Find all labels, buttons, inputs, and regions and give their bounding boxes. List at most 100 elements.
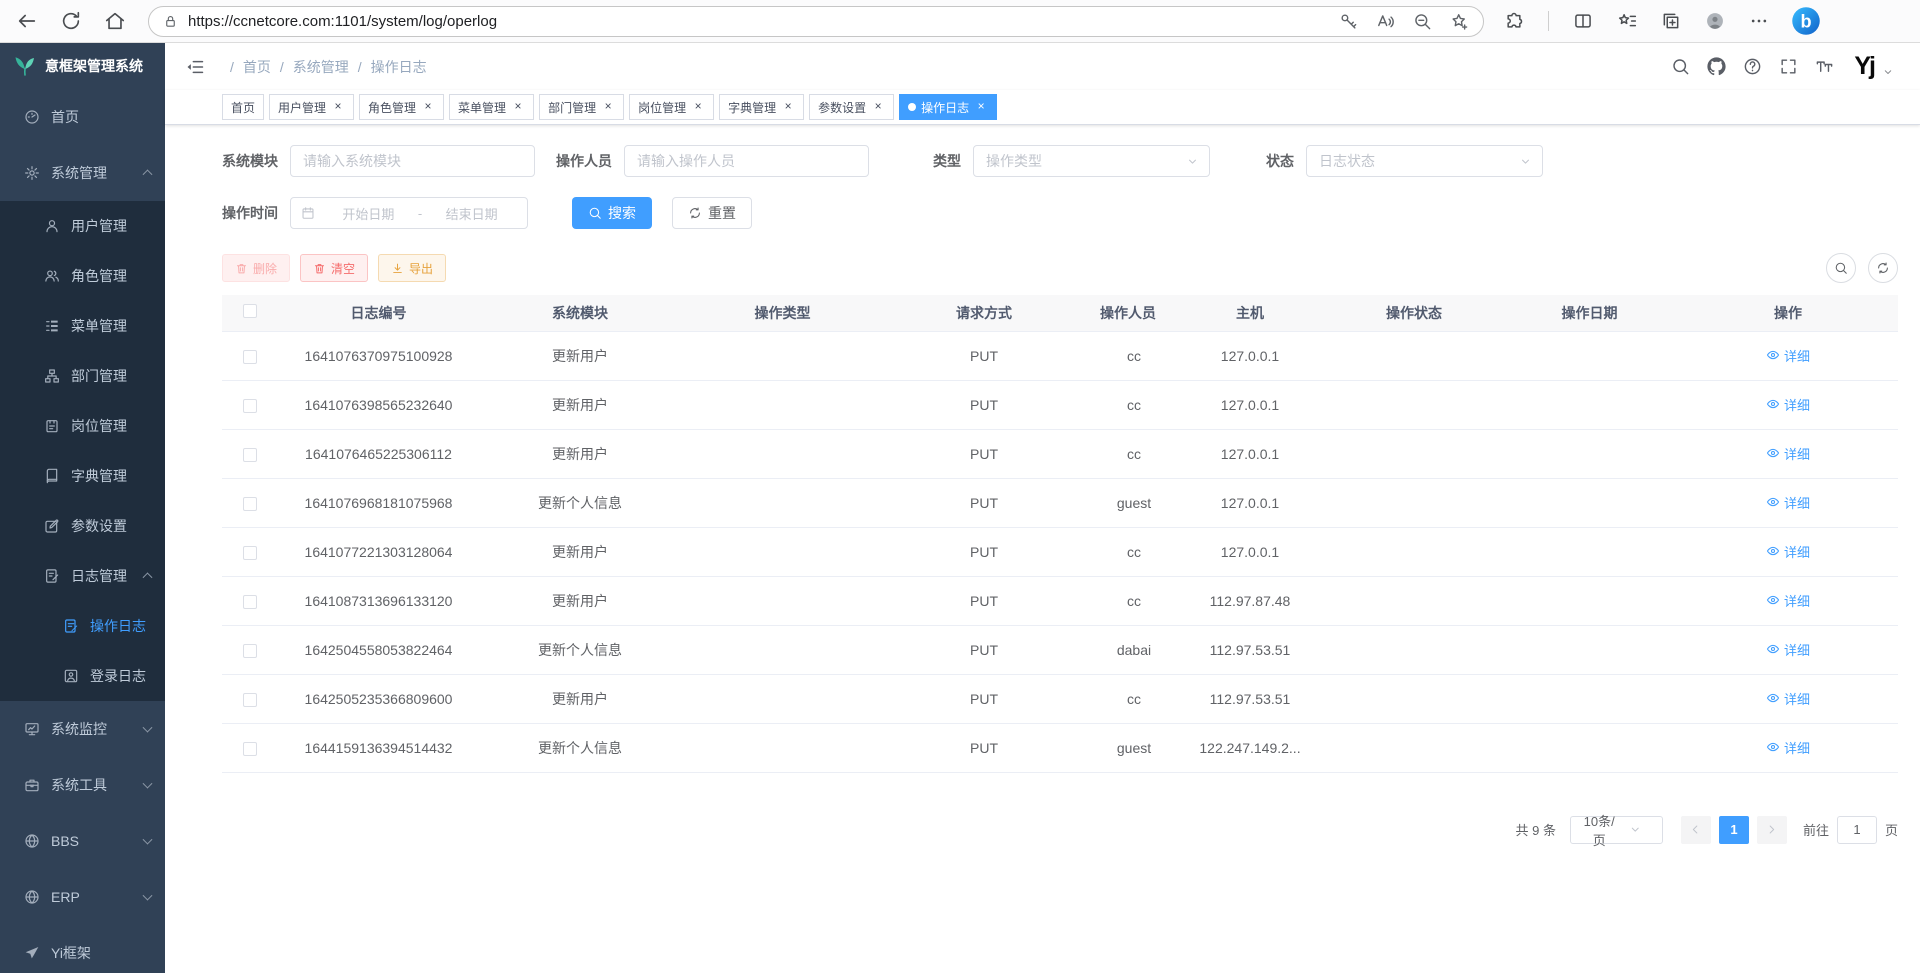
row-checkbox[interactable] [243, 350, 257, 364]
github-icon[interactable] [1707, 57, 1726, 76]
date-range-picker[interactable]: 开始日期 - 结束日期 [290, 197, 528, 229]
detail-link[interactable]: 详细 [1766, 395, 1810, 414]
sidebar-item[interactable]: BBS [0, 813, 165, 869]
sidebar-item[interactable]: 用户管理 [0, 201, 165, 251]
goto-page-input[interactable] [1837, 816, 1877, 844]
sidebar-item[interactable]: 登录日志 [0, 651, 165, 701]
read-aloud-icon[interactable] [1376, 12, 1395, 31]
search-button[interactable]: 搜索 [572, 197, 652, 229]
sidebar-item[interactable]: 字典管理 [0, 451, 165, 501]
close-icon[interactable]: × [871, 100, 885, 114]
sidebar-item[interactable]: Yi框架 [0, 925, 165, 973]
row-checkbox[interactable] [243, 399, 257, 413]
detail-link[interactable]: 详细 [1766, 640, 1810, 659]
module-input[interactable] [290, 145, 535, 177]
start-date-placeholder[interactable]: 开始日期 [323, 204, 414, 223]
prev-page-button[interactable] [1681, 816, 1711, 844]
bing-chat-icon[interactable]: b [1791, 6, 1821, 36]
row-checkbox[interactable] [243, 497, 257, 511]
sidebar-item[interactable]: 系统工具 [0, 757, 165, 813]
tab[interactable]: 岗位管理 × [629, 94, 714, 120]
favorites-icon[interactable] [1617, 11, 1637, 31]
close-icon[interactable]: × [421, 100, 435, 114]
fullscreen-icon[interactable] [1779, 57, 1798, 76]
tab[interactable]: 字典管理 × [719, 94, 804, 120]
type-select[interactable]: 操作类型 [973, 145, 1210, 177]
breadcrumb-item[interactable]: 系统管理 [271, 57, 349, 77]
sidebar-item[interactable]: 首页 [0, 89, 165, 145]
sort-caret[interactable] [1160, 304, 1168, 322]
close-icon[interactable]: × [781, 100, 795, 114]
sidebar-item[interactable]: 菜单管理 [0, 301, 165, 351]
tab[interactable]: 菜单管理 × [449, 94, 534, 120]
address-bar[interactable]: https://ccnetcore.com:1101/system/log/op… [148, 6, 1484, 37]
extensions-icon[interactable] [1504, 11, 1524, 31]
refresh-icon[interactable] [60, 10, 82, 32]
clear-button[interactable]: 清空 [300, 254, 368, 282]
home-icon[interactable] [104, 10, 126, 32]
user-avatar[interactable]: Yj [1854, 54, 1874, 79]
detail-link[interactable]: 详细 [1766, 444, 1810, 463]
breadcrumb-item[interactable]: 首页 [221, 57, 271, 77]
detail-link[interactable]: 详细 [1766, 591, 1810, 610]
row-checkbox[interactable] [243, 546, 257, 560]
show-search-button[interactable] [1826, 253, 1856, 283]
close-icon[interactable]: × [331, 100, 345, 114]
operator-input[interactable] [624, 145, 869, 177]
more-menu-icon[interactable] [1749, 11, 1769, 31]
detail-link[interactable]: 详细 [1766, 689, 1810, 708]
close-icon[interactable]: × [601, 100, 615, 114]
page-size-select[interactable]: 10条/页 [1570, 816, 1663, 844]
page-number-button[interactable]: 1 [1719, 816, 1749, 844]
close-icon[interactable]: × [511, 100, 525, 114]
tab[interactable]: 部门管理 × [539, 94, 624, 120]
next-page-button[interactable] [1757, 816, 1787, 844]
detail-link[interactable]: 详细 [1766, 542, 1810, 561]
sidebar-fold-icon[interactable] [185, 57, 205, 77]
tab[interactable]: 参数设置 × [809, 94, 894, 120]
profile-avatar-icon[interactable] [1705, 11, 1725, 31]
sidebar-item[interactable]: ERP [0, 869, 165, 925]
sidebar-item[interactable]: 日志管理 [0, 551, 165, 601]
reset-button[interactable]: 重置 [672, 197, 752, 229]
add-favorite-icon[interactable] [1450, 12, 1469, 31]
row-checkbox[interactable] [243, 693, 257, 707]
sidebar-item[interactable]: 岗位管理 [0, 401, 165, 451]
back-icon[interactable] [16, 10, 38, 32]
tab[interactable]: 操作日志 × [899, 94, 997, 120]
collections-icon[interactable] [1661, 11, 1681, 31]
tab[interactable]: 角色管理 × [359, 94, 444, 120]
sidebar-item[interactable]: 角色管理 [0, 251, 165, 301]
sidebar-item[interactable]: 操作日志 [0, 601, 165, 651]
password-key-icon[interactable] [1339, 12, 1358, 31]
refresh-table-button[interactable] [1868, 253, 1898, 283]
sidebar-item[interactable]: 系统管理 [0, 145, 165, 201]
sidebar-item[interactable]: 参数设置 [0, 501, 165, 551]
breadcrumb-item[interactable]: 操作日志 [349, 57, 427, 77]
url-text[interactable]: https://ccnetcore.com:1101/system/log/op… [188, 13, 1321, 30]
split-screen-icon[interactable] [1573, 11, 1593, 31]
zoom-out-icon[interactable] [1413, 12, 1432, 31]
help-icon[interactable] [1743, 57, 1762, 76]
row-checkbox[interactable] [243, 448, 257, 462]
sidebar-item[interactable]: 系统监控 [0, 701, 165, 757]
sidebar-item[interactable]: 部门管理 [0, 351, 165, 401]
tab[interactable]: 用户管理 × [269, 94, 354, 120]
tab[interactable]: 首页 [222, 94, 264, 120]
row-checkbox[interactable] [243, 742, 257, 756]
end-date-placeholder[interactable]: 结束日期 [426, 204, 517, 223]
sort-caret[interactable] [1622, 304, 1630, 322]
app-logo[interactable]: 意框架管理系统 [0, 43, 165, 89]
export-button[interactable]: 导出 [378, 254, 446, 282]
detail-link[interactable]: 详细 [1766, 346, 1810, 365]
avatar-caret-icon[interactable] [1882, 66, 1894, 78]
delete-button[interactable]: 删除 [222, 254, 290, 282]
row-checkbox[interactable] [243, 595, 257, 609]
close-icon[interactable]: × [974, 100, 988, 114]
detail-link[interactable]: 详细 [1766, 493, 1810, 512]
close-icon[interactable]: × [691, 100, 705, 114]
detail-link[interactable]: 详细 [1766, 738, 1810, 757]
font-size-icon[interactable] [1815, 57, 1834, 76]
status-select[interactable]: 日志状态 [1306, 145, 1543, 177]
select-all-checkbox[interactable] [243, 304, 257, 318]
